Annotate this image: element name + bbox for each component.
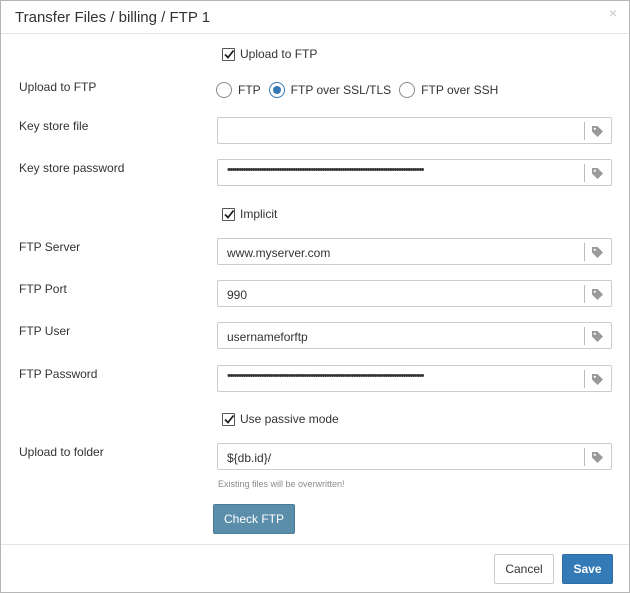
ftp-password-input[interactable]: ••••••••••••••••••••••••••••••••••••••••…: [217, 365, 612, 392]
checkbox-checked-icon[interactable]: [222, 207, 235, 221]
checkbox-checked-icon[interactable]: [222, 47, 235, 61]
dialog-title: Transfer Files / billing / FTP 1: [15, 9, 211, 26]
ftp-server-input[interactable]: www.myserver.com: [217, 238, 612, 265]
upload-to-ftp-checkbox-label: Upload to FTP: [240, 47, 318, 61]
radio-ftp[interactable]: FTP: [216, 82, 261, 98]
implicit-checkbox[interactable]: Implicit: [222, 206, 277, 222]
tag-icon[interactable]: [591, 451, 604, 467]
ftp-port-label: FTP Port: [19, 282, 67, 296]
tag-icon[interactable]: [591, 330, 604, 346]
ftp-user-value: usernameforftp: [227, 330, 308, 344]
key-store-password-value: ••••••••••••••••••••••••••••••••••••••••…: [227, 164, 424, 176]
input-divider: [584, 327, 585, 345]
upload-folder-value: ${db.id}/: [227, 451, 272, 465]
ftp-port-input[interactable]: 990: [217, 280, 612, 307]
radio-unchecked-icon[interactable]: [399, 82, 416, 98]
check-ftp-button[interactable]: Check FTP: [213, 504, 295, 534]
radio-ftp-label: FTP: [238, 83, 261, 97]
tag-icon[interactable]: [591, 125, 604, 141]
ftp-port-value: 990: [227, 288, 248, 302]
cancel-button[interactable]: Cancel: [494, 554, 554, 584]
save-button[interactable]: Save: [562, 554, 613, 584]
key-store-password-input[interactable]: ••••••••••••••••••••••••••••••••••••••••…: [217, 159, 612, 186]
input-divider: [584, 285, 585, 303]
overwrite-hint: Existing files will be overwritten!: [218, 479, 345, 489]
upload-to-ftp-checkbox[interactable]: Upload to FTP: [222, 46, 317, 62]
implicit-checkbox-label: Implicit: [240, 207, 278, 221]
dialog-header: Transfer Files / billing / FTP 1 ×: [1, 1, 629, 34]
ftp-password-label: FTP Password: [19, 367, 98, 381]
checkbox-checked-icon[interactable]: [222, 412, 235, 426]
input-divider: [584, 164, 585, 182]
input-divider: [584, 448, 585, 466]
radio-ftp-over-ssl-tls-label: FTP over SSL/TLS: [290, 83, 392, 97]
upload-folder-label: Upload to folder: [19, 445, 104, 459]
upload-folder-input[interactable]: ${db.id}/: [217, 443, 612, 470]
tag-icon[interactable]: [591, 373, 604, 389]
protocol-radio-group: FTP FTP over SSL/TLS FTP over SSH: [216, 81, 506, 99]
input-divider: [584, 122, 585, 140]
passive-mode-checkbox-label: Use passive mode: [240, 412, 339, 426]
key-store-password-label: Key store password: [19, 161, 125, 175]
key-store-file-input[interactable]: [217, 117, 612, 144]
tag-icon[interactable]: [591, 246, 604, 262]
radio-checked-icon[interactable]: [268, 82, 285, 98]
ftp-password-value: ••••••••••••••••••••••••••••••••••••••••…: [227, 370, 424, 382]
radio-ftp-over-ssl-tls[interactable]: FTP over SSL/TLS: [268, 82, 392, 98]
radio-ftp-over-ssh-label: FTP over SSH: [421, 83, 499, 97]
tag-icon[interactable]: [591, 167, 604, 183]
key-store-file-label: Key store file: [19, 119, 89, 133]
input-divider: [584, 243, 585, 261]
transfer-files-dialog: Transfer Files / billing / FTP 1 × Uploa…: [0, 0, 630, 593]
ftp-server-value: www.myserver.com: [227, 246, 331, 260]
ftp-user-input[interactable]: usernameforftp: [217, 322, 612, 349]
passive-mode-checkbox[interactable]: Use passive mode: [222, 411, 339, 427]
close-icon[interactable]: ×: [609, 5, 617, 21]
ftp-server-label: FTP Server: [19, 240, 81, 254]
radio-ftp-over-ssh[interactable]: FTP over SSH: [399, 82, 498, 98]
radio-unchecked-icon[interactable]: [216, 82, 232, 98]
protocol-label: Upload to FTP: [19, 80, 97, 94]
input-divider: [584, 370, 585, 388]
ftp-user-label: FTP User: [19, 324, 71, 338]
tag-icon[interactable]: [591, 288, 604, 304]
